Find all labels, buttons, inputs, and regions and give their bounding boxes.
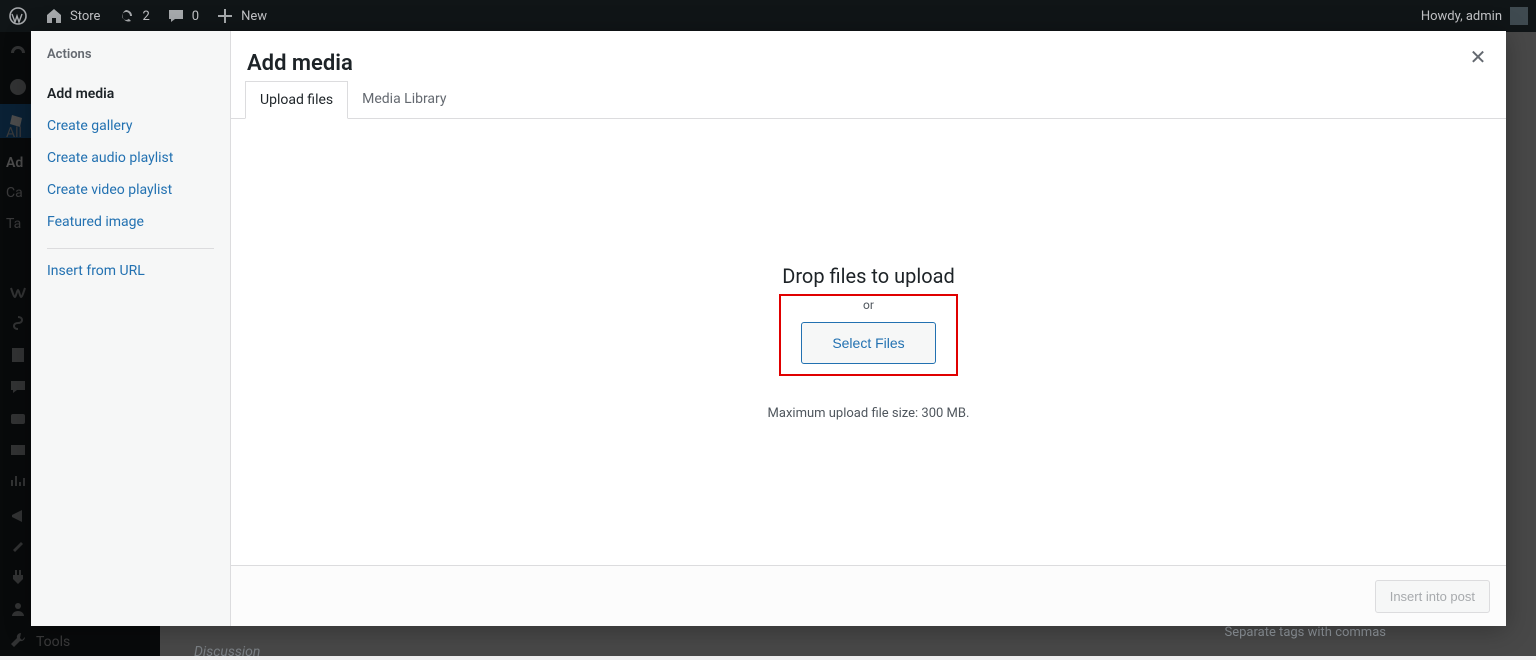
close-icon: ✕ [1470, 45, 1487, 69]
comments-count: 0 [192, 9, 199, 24]
action-create-audio-playlist[interactable]: Create audio playlist [47, 142, 214, 174]
modal-title: Add media [231, 31, 1506, 81]
max-upload-text: Maximum upload file size: 300 MB. [768, 406, 970, 421]
tab-media-library[interactable]: Media Library [348, 81, 460, 119]
upload-area[interactable]: Drop files to upload or Select Files Max… [231, 119, 1506, 566]
site-name: Store [70, 9, 100, 24]
action-create-gallery[interactable]: Create gallery [47, 110, 214, 142]
comments-link[interactable]: 0 [158, 0, 207, 32]
action-featured-image[interactable]: Featured image [47, 206, 214, 238]
drop-files-text: Drop files to upload [768, 264, 970, 288]
updates-count: 2 [142, 9, 149, 24]
update-icon [116, 6, 136, 26]
select-files-button[interactable]: Select Files [801, 322, 935, 364]
separator [47, 248, 214, 249]
site-link[interactable]: Store [36, 0, 108, 32]
new-label: New [241, 9, 267, 24]
avatar [1510, 7, 1528, 25]
admin-bar: Store 2 0 New Howdy, admin [0, 0, 1536, 32]
bg-tags-hint: Separate tags with commas [1224, 625, 1386, 640]
tab-upload-files[interactable]: Upload files [245, 81, 348, 119]
action-insert-from-url[interactable]: Insert from URL [47, 255, 214, 287]
bg-discussion: Discussion [194, 644, 260, 660]
action-create-video-playlist[interactable]: Create video playlist [47, 174, 214, 206]
updates-link[interactable]: 2 [108, 0, 157, 32]
new-link[interactable]: New [207, 0, 275, 32]
wordpress-icon [8, 6, 28, 26]
comment-icon [166, 6, 186, 26]
modal-close-button[interactable]: ✕ [1460, 39, 1496, 75]
modal-main: ✕ Add media Upload files Media Library D… [231, 31, 1506, 626]
modal-footer: Insert into post [231, 566, 1506, 626]
home-icon [44, 6, 64, 26]
tutorial-highlight: or Select Files [779, 294, 957, 376]
modal-tabs: Upload files Media Library [231, 81, 1506, 119]
wp-logo[interactable] [0, 0, 36, 32]
action-add-media[interactable]: Add media [47, 78, 214, 110]
howdy-text: Howdy, admin [1421, 9, 1502, 24]
media-modal: Actions Add media Create gallery Create … [31, 31, 1506, 626]
plus-icon [215, 6, 235, 26]
or-text: or [801, 298, 935, 312]
insert-into-post-button[interactable]: Insert into post [1375, 580, 1490, 613]
account-link[interactable]: Howdy, admin [1421, 7, 1528, 25]
actions-heading: Actions [47, 47, 214, 62]
modal-actions-sidebar: Actions Add media Create gallery Create … [31, 31, 231, 626]
